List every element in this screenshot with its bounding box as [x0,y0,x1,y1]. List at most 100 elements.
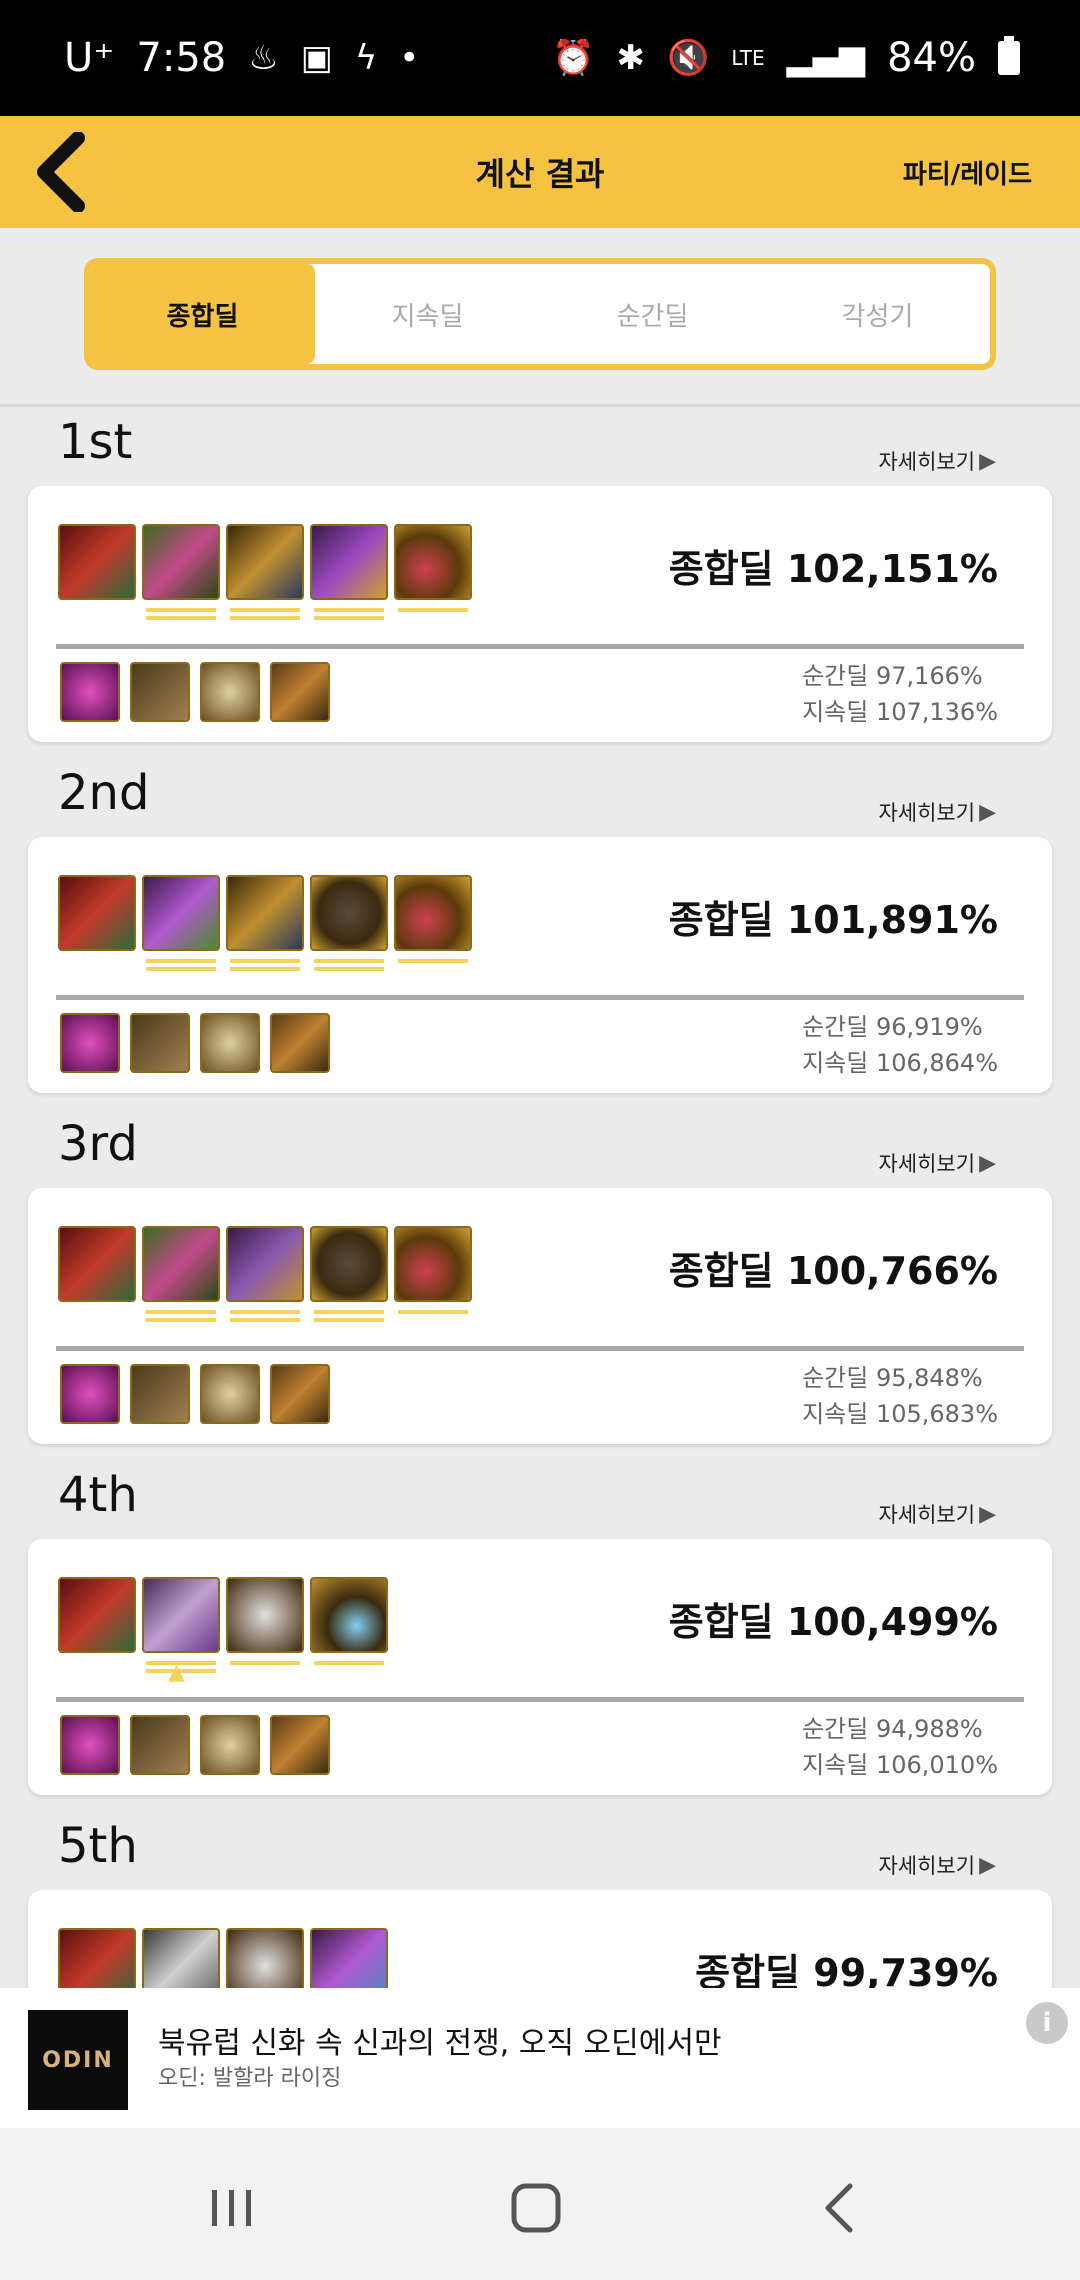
glove-icon [394,1226,472,1314]
chest-icon [310,875,388,971]
total-damage: 종합딜 99,739% [695,1951,998,1988]
bluetooth-icon: ✱ [616,38,646,78]
set-armor-icon: ▲ [142,1577,220,1685]
rank-section: 2nd 자세히보기 ▶ 종합딜 101,891% 순간딜 96,919% 지속딜 … [0,761,1080,1111]
chest-icon [310,1226,388,1322]
accessory-icon [200,1013,260,1073]
play-arrow-icon: ▶ [979,1501,996,1527]
flash-icon: ϟ [354,38,378,78]
accessory-set [60,1364,330,1424]
divider [56,1346,1024,1351]
carrier-label: U⁺ [64,35,115,81]
burst-damage: 순간딜 94,988% [802,1715,983,1743]
play-arrow-icon: ▶ [979,1150,996,1176]
gear-set [58,875,472,971]
sub-damage: 순간딜 96,919% 지속딜 106,864% [802,1009,998,1081]
divider [56,995,1024,1000]
star-icon: ▲ [168,1660,185,1685]
sustain-damage: 지속딜 106,864% [802,1049,998,1077]
ad-title: 북유럽 신화 속 신과의 전쟁, 오직 오딘에서만 [158,2026,722,2061]
shoulder-icon [226,875,304,971]
result-card[interactable]: 종합딜 100,766% 순간딜 95,848% 지속딜 105,683% [28,1188,1052,1444]
sub-damage: 순간딜 94,988% 지속딜 106,010% [802,1711,998,1783]
sustain-damage: 지속딜 105,683% [802,1400,998,1428]
battery-label: 84% [887,35,976,81]
system-nav-bar [0,2128,1080,2280]
result-card[interactable]: ▲ 종합딜 100,499% 순간딜 94,988% 지속딜 106,010% [28,1539,1052,1795]
detail-link[interactable]: 자세히보기 ▶ [878,1148,996,1178]
burst-damage: 순간딜 97,166% [802,662,983,690]
tab-bar: 종합딜 지속딜 순간딜 각성기 [84,258,996,370]
detail-link[interactable]: 자세히보기 ▶ [878,1499,996,1529]
play-arrow-icon: ▶ [979,799,996,825]
glove-icon [394,875,472,963]
accessory-icon [270,1364,330,1424]
tab-burst[interactable]: 순간딜 [540,264,765,364]
result-card[interactable]: 종합딜 102,151% 순간딜 97,166% 지속딜 107,136% [28,486,1052,742]
play-arrow-icon: ▶ [979,1852,996,1878]
burst-damage: 순간딜 96,919% [802,1013,983,1041]
gear-set [58,1928,388,1988]
sub-damage: 순간딜 95,848% 지속딜 105,683% [802,1360,998,1432]
sub-damage: 순간딜 97,166% 지속딜 107,136% [802,658,998,730]
tab-sustain[interactable]: 지속딜 [315,264,540,364]
weapon-icon [58,1928,136,1988]
chest-icon [310,524,388,620]
rank-label: 2nd [58,765,150,821]
ad-logo: ODIN [28,2010,128,2110]
accessory-set [60,662,330,722]
info-icon[interactable]: i [1026,2002,1068,2044]
bracelet-icon [226,1928,304,1988]
result-card[interactable]: 종합딜 99,739% [28,1890,1052,1988]
detail-link[interactable]: 자세히보기 ▶ [878,446,996,476]
detail-link[interactable]: 자세히보기 ▶ [878,1850,996,1880]
app-bar: 계산 결과 파티/레이드 [0,116,1080,228]
gear-set: ▲ [58,1577,388,1685]
weapon-icon [58,524,136,600]
detail-link[interactable]: 자세히보기 ▶ [878,797,996,827]
accessory-icon [130,1364,190,1424]
accessory-set [60,1715,330,1775]
accessory-icon [60,1715,120,1775]
tab-awakening[interactable]: 각성기 [765,264,990,364]
clock: 7:58 [136,35,227,81]
result-card[interactable]: 종합딜 101,891% 순간딜 96,919% 지속딜 106,864% [28,837,1052,1093]
accessory-icon [270,662,330,722]
accessory-icon [60,1364,120,1424]
rank-section: 4th 자세히보기 ▶ ▲ 종합딜 100,499% 순간딜 94,988% 지속… [0,1463,1080,1813]
helmet-icon [142,1928,220,1988]
ad-banner[interactable]: ODIN 북유럽 신화 속 신과의 전쟁, 오직 오딘에서만 오딘: 발할라 라… [0,1988,1080,2128]
recent-apps-icon[interactable] [192,2168,272,2248]
dot-icon: • [399,38,420,78]
back-icon[interactable] [800,2168,880,2248]
battery-icon [998,36,1020,75]
signal-icon: ▂▄▆ [786,38,866,78]
sustain-damage: 지속딜 106,010% [802,1751,998,1779]
chest-icon [310,1928,388,1988]
divider [0,404,1080,407]
accessory-icon [130,662,190,722]
gear-set [58,1226,472,1322]
rank-label: 5th [58,1818,138,1874]
tab-total[interactable]: 종합딜 [90,264,315,364]
party-raid-button[interactable]: 파티/레이드 [903,154,1032,191]
gallery-icon: ▣ [300,38,333,78]
accessory-icon [200,662,260,722]
accessory-icon [130,1715,190,1775]
accessory-icon [270,1013,330,1073]
rank-label: 4th [58,1467,138,1523]
accessory-icon [60,1013,120,1073]
shoulder-icon [226,1226,304,1322]
helmet-icon [142,1226,220,1322]
accessory-icon [60,662,120,722]
home-icon[interactable] [496,2168,576,2248]
notification-icon: ♨ [248,38,279,78]
necklace-icon [310,1577,388,1665]
accessory-icon [200,1364,260,1424]
weapon-icon [58,1577,136,1653]
rank-section: 3rd 자세히보기 ▶ 종합딜 100,766% 순간딜 95,848% 지속딜 … [0,1112,1080,1462]
total-damage: 종합딜 101,891% [668,898,998,942]
rank-label: 1st [58,414,133,470]
weapon-icon [58,875,136,951]
total-damage: 종합딜 102,151% [668,547,998,591]
